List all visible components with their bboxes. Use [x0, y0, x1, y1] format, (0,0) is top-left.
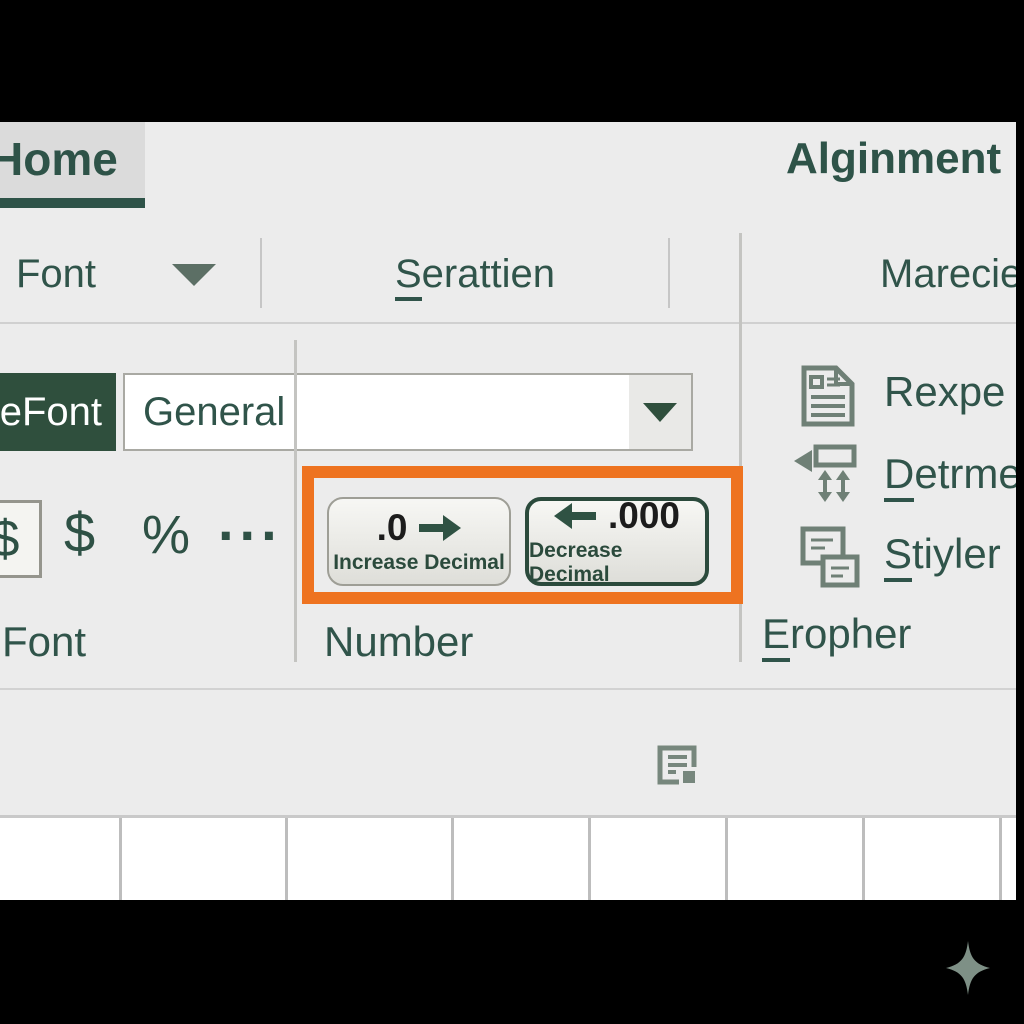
accounting-format-button[interactable]: $ [0, 500, 42, 578]
divider [668, 238, 670, 308]
cell-border [725, 818, 728, 900]
frame-top [0, 0, 1024, 122]
number-format-value: General [125, 390, 285, 435]
number-format-dropdown-button[interactable] [629, 375, 691, 449]
app-window: Home Alginment Font Serattien Marecie eF… [0, 0, 1024, 1024]
cell-border [119, 818, 122, 900]
document-icon[interactable] [800, 364, 856, 428]
font-group-label: Font [2, 618, 86, 666]
more-formats-button[interactable]: ... [218, 488, 283, 553]
percent-format-button[interactable]: % [142, 504, 190, 566]
decrease-decimal-label: Decrease Decimal [529, 539, 705, 587]
cell-border [451, 818, 454, 900]
divider [0, 688, 1016, 690]
cell-styles-icon[interactable] [800, 526, 860, 588]
increase-decimal-label: Increase Decimal [333, 551, 505, 575]
frame-bottom [0, 900, 1024, 1024]
number-group-label: Number [324, 618, 473, 666]
four-point-star-icon [946, 941, 990, 995]
divider [0, 322, 1016, 324]
increase-decimal-glyph-row: .0 [377, 508, 462, 548]
styles-item-stiyler[interactable]: Stiyler [884, 530, 1001, 578]
arrow-right-icon [419, 515, 461, 541]
cell-border [588, 818, 591, 900]
styles-item-detrme[interactable]: Detrme [884, 450, 1022, 498]
tab-home-active-underline [0, 198, 145, 208]
cell-border [999, 818, 1002, 900]
cell-border [285, 818, 288, 900]
font-caption: Font [16, 252, 96, 297]
styles-item-rexpe[interactable]: Rexpe [884, 368, 1005, 416]
divider [294, 340, 297, 662]
cell-border [862, 818, 865, 900]
chevron-down-icon [643, 403, 677, 422]
arrow-left-icon [554, 503, 596, 529]
decrease-decimal-button[interactable]: .000 Decrease Decimal [525, 497, 709, 586]
dollar-icon: $ [0, 509, 19, 569]
increase-decimal-glyph: .0 [377, 507, 408, 549]
tab-home-label[interactable]: Home [0, 132, 118, 186]
frame-right [1016, 0, 1024, 1024]
dialog-launcher-icon[interactable] [654, 742, 700, 788]
name-box[interactable]: eFont [0, 373, 116, 451]
swap-arrows-icon[interactable] [792, 444, 858, 506]
group-caption-marecie: Marecie [880, 252, 1022, 297]
chevron-down-icon[interactable] [172, 264, 216, 286]
increase-decimal-button[interactable]: .0 Increase Decimal [327, 497, 511, 586]
divider [260, 238, 262, 308]
number-format-combobox[interactable]: General [123, 373, 693, 451]
group-caption-serattien: Serattien [280, 252, 670, 297]
decrease-decimal-glyph-row: .000 [554, 496, 680, 536]
currency-format-button[interactable]: $ [64, 500, 95, 565]
decrease-decimal-glyph: .000 [608, 495, 680, 537]
styles-group-label: Eropher [762, 610, 911, 658]
tab-alignment-label[interactable]: Alginment [786, 134, 1001, 184]
